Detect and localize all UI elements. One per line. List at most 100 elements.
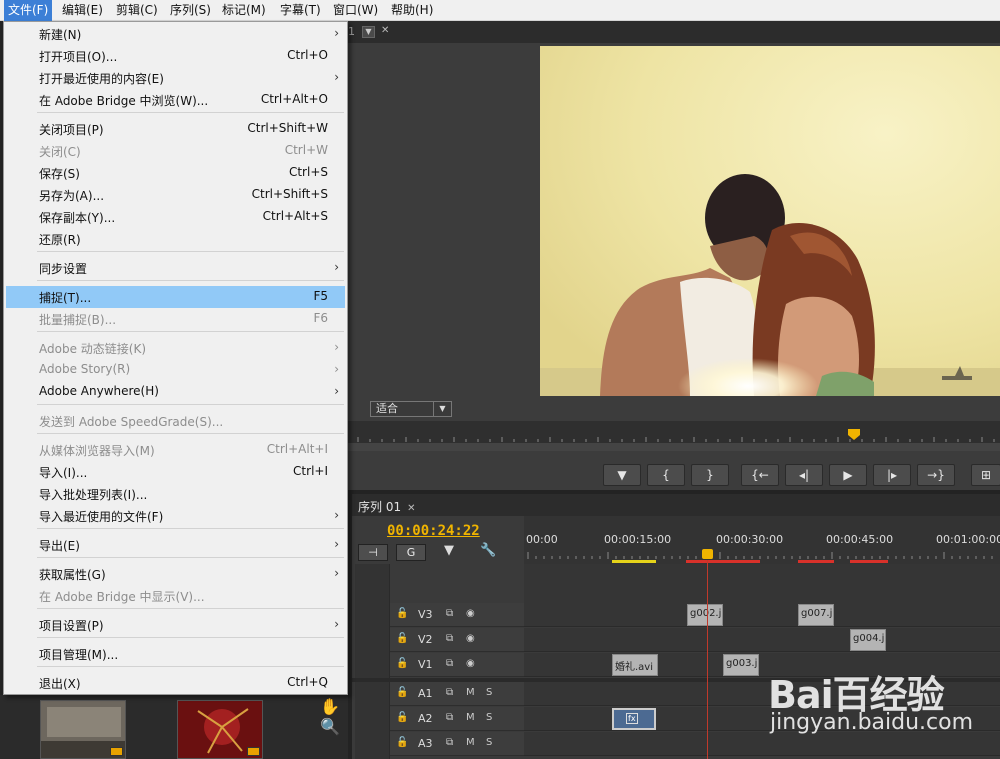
- menu-window[interactable]: 窗口(W): [329, 0, 382, 21]
- menu-item[interactable]: 项目管理(M)...: [6, 643, 345, 665]
- menu-help[interactable]: 帮助(H): [387, 0, 437, 21]
- menu-item[interactable]: 项目设置(P) ›: [6, 614, 345, 636]
- menu-item-label: 退出(X): [39, 677, 81, 691]
- lock-icon[interactable]: 🔓: [396, 712, 408, 723]
- menu-item[interactable]: 另存为(A)... Ctrl+Shift+S: [6, 184, 345, 206]
- sync-lock-icon[interactable]: ⧉: [446, 633, 453, 644]
- menu-item[interactable]: 获取属性(G) ›: [6, 563, 345, 585]
- playhead-line[interactable]: [707, 560, 708, 759]
- clip-g002[interactable]: g002.j: [687, 604, 723, 626]
- snap-button[interactable]: G: [396, 544, 426, 561]
- lock-icon[interactable]: 🔓: [396, 737, 408, 748]
- add-marker-button[interactable]: ▼: [603, 464, 641, 486]
- menu-item[interactable]: 在 Adobe Bridge 中浏览(W)... Ctrl+Alt+O: [6, 89, 345, 111]
- menu-title[interactable]: 字幕(T): [276, 0, 325, 21]
- timeline-time-ruler[interactable]: 00:00 00:00:15:00 00:00:30:00 00:00:45:0…: [524, 516, 1000, 564]
- render-bar-red: [686, 560, 760, 563]
- menu-item[interactable]: 保存(S) Ctrl+S: [6, 162, 345, 184]
- solo-button[interactable]: S: [486, 737, 492, 748]
- playhead-handle[interactable]: [702, 549, 713, 559]
- hand-tool-icon[interactable]: ✋: [320, 697, 340, 716]
- go-to-out-button[interactable]: →}: [917, 464, 955, 486]
- program-tab-number: 1: [348, 25, 355, 38]
- menu-item[interactable]: 导入(I)... Ctrl+I: [6, 461, 345, 483]
- lock-icon[interactable]: 🔓: [396, 608, 408, 619]
- media-thumbnail[interactable]: [40, 700, 126, 759]
- menu-item-shortcut: F5: [313, 289, 328, 303]
- menu-item[interactable]: 保存副本(Y)... Ctrl+Alt+S: [6, 206, 345, 228]
- menu-item-label: 导入最近使用的文件(F): [39, 510, 164, 524]
- clip-g007[interactable]: g007.j: [798, 604, 834, 626]
- sync-lock-icon[interactable]: ⧉: [446, 712, 453, 723]
- menu-file[interactable]: 文件(F): [4, 0, 53, 21]
- tab-dropdown-icon[interactable]: ▼: [362, 26, 375, 38]
- menu-item[interactable]: 打开最近使用的内容(E) ›: [6, 67, 345, 89]
- solo-button[interactable]: S: [486, 687, 492, 698]
- sync-lock-icon[interactable]: ⧉: [446, 608, 453, 619]
- menu-separator: [37, 331, 344, 332]
- mute-button[interactable]: M: [466, 737, 475, 748]
- play-button[interactable]: ▶: [829, 464, 867, 486]
- tab-close-icon[interactable]: ✕: [381, 25, 389, 36]
- track-header-v3[interactable]: 🔓 V3 ⧉ ◉: [390, 603, 524, 627]
- menu-item[interactable]: 捕捉(T)... F5: [6, 286, 345, 308]
- menu-marker[interactable]: 标记(M): [218, 0, 270, 21]
- insert-button[interactable]: ⊞: [971, 464, 1000, 486]
- menu-separator: [37, 666, 344, 667]
- monitor-zoom-scrollbar[interactable]: [348, 443, 1000, 451]
- lock-icon[interactable]: 🔓: [396, 687, 408, 698]
- track-header-a1[interactable]: 🔓 A1 ⧉ M S: [390, 682, 524, 706]
- timeline-timecode[interactable]: 00:00:24:22: [387, 523, 480, 539]
- step-back-button[interactable]: ◂|: [785, 464, 823, 486]
- media-thumbnail[interactable]: [177, 700, 263, 759]
- track-header-a3[interactable]: 🔓 A3 ⧉ M S: [390, 732, 524, 756]
- clip-g003[interactable]: g003.j: [723, 654, 759, 676]
- mute-button[interactable]: M: [466, 712, 475, 723]
- mute-button[interactable]: M: [466, 687, 475, 698]
- track-header-a2[interactable]: 🔓 A2 ⧉ M S: [390, 707, 524, 731]
- nest-tool-button[interactable]: ⊣: [358, 544, 388, 561]
- menu-item[interactable]: 导入批处理列表(I)...: [6, 483, 345, 505]
- eye-icon[interactable]: ◉: [466, 608, 475, 619]
- solo-button[interactable]: S: [486, 712, 492, 723]
- lock-icon[interactable]: 🔓: [396, 633, 408, 644]
- track-lane-v2[interactable]: g004.j: [524, 628, 1000, 652]
- sync-lock-icon[interactable]: ⧉: [446, 737, 453, 748]
- tab-sequence-01[interactable]: 序列 01 ✕: [358, 498, 415, 515]
- clip-g004[interactable]: g004.j: [850, 629, 886, 651]
- menu-item-shortcut: Ctrl+S: [288, 165, 328, 179]
- marker-icon[interactable]: ▼: [444, 543, 454, 558]
- mark-out-button[interactable]: }: [691, 464, 729, 486]
- menu-item[interactable]: 导入最近使用的文件(F) ›: [6, 505, 345, 527]
- menu-item[interactable]: 同步设置 ›: [6, 257, 345, 279]
- menu-edit[interactable]: 编辑(E): [58, 0, 107, 21]
- fit-zoom-select[interactable]: 适合 ▼: [370, 401, 452, 417]
- tab-close-icon[interactable]: ✕: [407, 503, 415, 514]
- track-lane-v3[interactable]: g002.j g007.j: [524, 603, 1000, 627]
- menu-item[interactable]: 退出(X) Ctrl+Q: [6, 672, 345, 694]
- track-target-column: [355, 564, 390, 759]
- monitor-time-ruler[interactable]: [348, 421, 1000, 443]
- track-header-v1[interactable]: 🔓 V1 ⧉ ◉: [390, 653, 524, 677]
- menu-item[interactable]: 打开项目(O)... Ctrl+O: [6, 45, 345, 67]
- eye-icon[interactable]: ◉: [466, 633, 475, 644]
- lock-icon[interactable]: 🔓: [396, 658, 408, 669]
- step-forward-button[interactable]: |▸: [873, 464, 911, 486]
- menu-item[interactable]: 关闭项目(P) Ctrl+Shift+W: [6, 118, 345, 140]
- clip-wedding-avi[interactable]: 婚礼.avi: [612, 654, 658, 676]
- audio-clip-fx[interactable]: fx: [612, 708, 656, 730]
- go-to-in-button[interactable]: {←: [741, 464, 779, 486]
- sync-lock-icon[interactable]: ⧉: [446, 687, 453, 698]
- track-header-v2[interactable]: 🔓 V2 ⧉ ◉: [390, 628, 524, 652]
- wrench-icon[interactable]: 🔧: [480, 543, 496, 558]
- menu-item[interactable]: 导出(E) ›: [6, 534, 345, 556]
- zoom-tool-icon[interactable]: 🔍: [320, 717, 340, 736]
- menu-sequence[interactable]: 序列(S): [166, 0, 215, 21]
- menu-item[interactable]: 新建(N) ›: [6, 23, 345, 45]
- menu-item[interactable]: 还原(R): [6, 228, 345, 250]
- menu-item[interactable]: Adobe Anywhere(H) ›: [6, 381, 345, 403]
- menu-clip[interactable]: 剪辑(C): [112, 0, 162, 21]
- sync-lock-icon[interactable]: ⧉: [446, 658, 453, 669]
- mark-in-button[interactable]: {: [647, 464, 685, 486]
- eye-icon[interactable]: ◉: [466, 658, 475, 669]
